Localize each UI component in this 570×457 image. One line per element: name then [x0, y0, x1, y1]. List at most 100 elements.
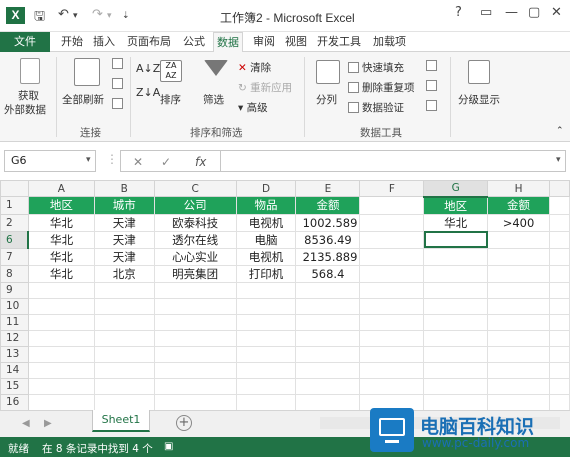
add-sheet-icon[interactable]: + — [176, 415, 192, 431]
row-header[interactable]: 12 — [0, 329, 29, 347]
row-header[interactable]: 2 — [0, 213, 29, 232]
table-cell[interactable]: 北京 — [93, 264, 155, 283]
table-cell[interactable] — [295, 377, 361, 395]
prev-sheet-icon[interactable]: ◀ — [22, 418, 30, 429]
cell-h1[interactable]: 金额 — [487, 196, 550, 215]
table-cell[interactable] — [27, 393, 95, 410]
table-cell[interactable] — [423, 377, 489, 395]
remove-duplicates-button[interactable]: 删除重复项 — [348, 80, 415, 95]
table-cell[interactable] — [295, 361, 361, 379]
refresh-all-button[interactable]: 全部刷新 — [62, 92, 104, 107]
table-cell[interactable] — [235, 377, 297, 395]
table-cell[interactable] — [235, 345, 297, 363]
properties-icon[interactable] — [112, 78, 126, 90]
minimize-icon[interactable]: — — [505, 5, 518, 20]
row-header[interactable]: 14 — [0, 361, 29, 379]
table-cell[interactable] — [423, 361, 489, 379]
col-header-c[interactable]: C — [153, 180, 237, 197]
table-cell[interactable] — [295, 345, 361, 363]
cell-g1[interactable]: 地区 — [423, 196, 489, 215]
flash-fill-button[interactable]: 快速填充 — [348, 60, 404, 75]
insert-function-icon[interactable]: fx — [195, 155, 206, 169]
table-cell[interactable] — [93, 281, 155, 299]
tab-file[interactable]: 文件 — [0, 32, 50, 52]
save-icon[interactable]: 🖫 — [34, 7, 45, 29]
table-cell[interactable] — [423, 345, 489, 363]
table-cell[interactable]: >400 — [487, 213, 550, 232]
redo-dropdown-icon[interactable]: ▾ — [107, 11, 112, 21]
table-cell[interactable]: 透尔在线 — [153, 230, 237, 249]
tab-data[interactable]: 数据 — [213, 32, 243, 53]
sort-button[interactable]: 排序 — [160, 92, 181, 107]
table-cell[interactable] — [487, 329, 550, 347]
table-cell[interactable]: 打印机 — [235, 264, 297, 283]
table-cell[interactable] — [359, 264, 425, 283]
name-box-dropdown-icon[interactable]: ▾ — [86, 155, 91, 165]
table-cell[interactable] — [359, 213, 425, 232]
get-external-data-line1[interactable]: 获取 — [18, 88, 39, 103]
select-all-corner[interactable] — [0, 180, 29, 197]
table-cell[interactable] — [423, 313, 489, 331]
table-cell[interactable]: 电视机 — [235, 247, 297, 266]
cell-b1[interactable]: 城市 — [93, 196, 155, 215]
table-cell[interactable] — [487, 345, 550, 363]
table-cell[interactable] — [359, 345, 425, 363]
advanced-button[interactable]: ▾ 高级 — [238, 100, 268, 115]
row-header[interactable]: 9 — [0, 281, 29, 299]
table-cell[interactable]: 天津 — [93, 213, 155, 232]
table-cell[interactable] — [27, 297, 95, 315]
next-sheet-icon[interactable]: ▶ — [44, 418, 52, 429]
table-cell[interactable] — [548, 377, 570, 395]
table-cell[interactable] — [487, 281, 550, 299]
table-cell[interactable] — [487, 361, 550, 379]
ribbon-display-icon[interactable]: ▭ — [480, 5, 492, 20]
undo-icon[interactable]: ↶ — [58, 7, 69, 22]
data-validation-button[interactable]: 数据验证 — [348, 100, 404, 115]
table-cell[interactable] — [487, 377, 550, 395]
tab-developer[interactable]: 开发工具 — [314, 32, 364, 52]
table-cell[interactable] — [93, 361, 155, 379]
text-to-columns-button[interactable]: 分列 — [316, 92, 337, 107]
table-cell[interactable] — [359, 377, 425, 395]
table-cell[interactable] — [93, 313, 155, 331]
row-header[interactable]: 6 — [0, 230, 30, 249]
row-header[interactable]: 15 — [0, 377, 29, 395]
cancel-icon[interactable]: ✕ — [133, 155, 143, 169]
table-cell[interactable] — [93, 393, 155, 410]
table-cell[interactable]: 华北 — [27, 264, 95, 283]
table-cell[interactable] — [423, 297, 489, 315]
table-cell[interactable]: 明亮集团 — [153, 264, 237, 283]
table-cell[interactable]: 华北 — [27, 230, 95, 249]
close-icon[interactable]: ✕ — [551, 5, 562, 20]
tab-home[interactable]: 开始 — [58, 32, 86, 52]
table-cell[interactable]: 电视机 — [235, 213, 297, 232]
table-cell[interactable] — [548, 313, 570, 331]
table-cell[interactable] — [548, 264, 570, 283]
clear-button[interactable]: ✕ 清除 — [238, 60, 271, 75]
table-cell[interactable] — [93, 297, 155, 315]
table-cell[interactable]: 心心实业 — [153, 247, 237, 266]
table-cell[interactable] — [548, 361, 570, 379]
cell-f1[interactable] — [359, 196, 425, 215]
table-cell[interactable] — [93, 377, 155, 395]
tab-formulas[interactable]: 公式 — [180, 32, 208, 52]
tab-insert[interactable]: 插入 — [90, 32, 118, 52]
tab-review[interactable]: 审阅 — [250, 32, 278, 52]
table-cell[interactable] — [153, 313, 237, 331]
row-header[interactable]: 7 — [0, 247, 29, 266]
table-cell[interactable] — [487, 230, 550, 249]
tab-page-layout[interactable]: 页面布局 — [124, 32, 174, 52]
table-cell[interactable] — [235, 329, 297, 347]
table-cell[interactable]: 华北 — [27, 247, 95, 266]
table-cell[interactable] — [359, 230, 425, 249]
tab-addins[interactable]: 加载项 — [370, 32, 409, 52]
filter-button[interactable]: 筛选 — [203, 92, 224, 107]
table-cell[interactable] — [93, 329, 155, 347]
table-cell[interactable] — [235, 313, 297, 331]
col-header-d[interactable]: D — [235, 180, 297, 197]
table-cell[interactable] — [27, 313, 95, 331]
table-cell[interactable] — [93, 345, 155, 363]
row-header[interactable]: 11 — [0, 313, 29, 331]
table-cell[interactable]: 天津 — [93, 247, 155, 266]
table-cell[interactable] — [295, 313, 361, 331]
